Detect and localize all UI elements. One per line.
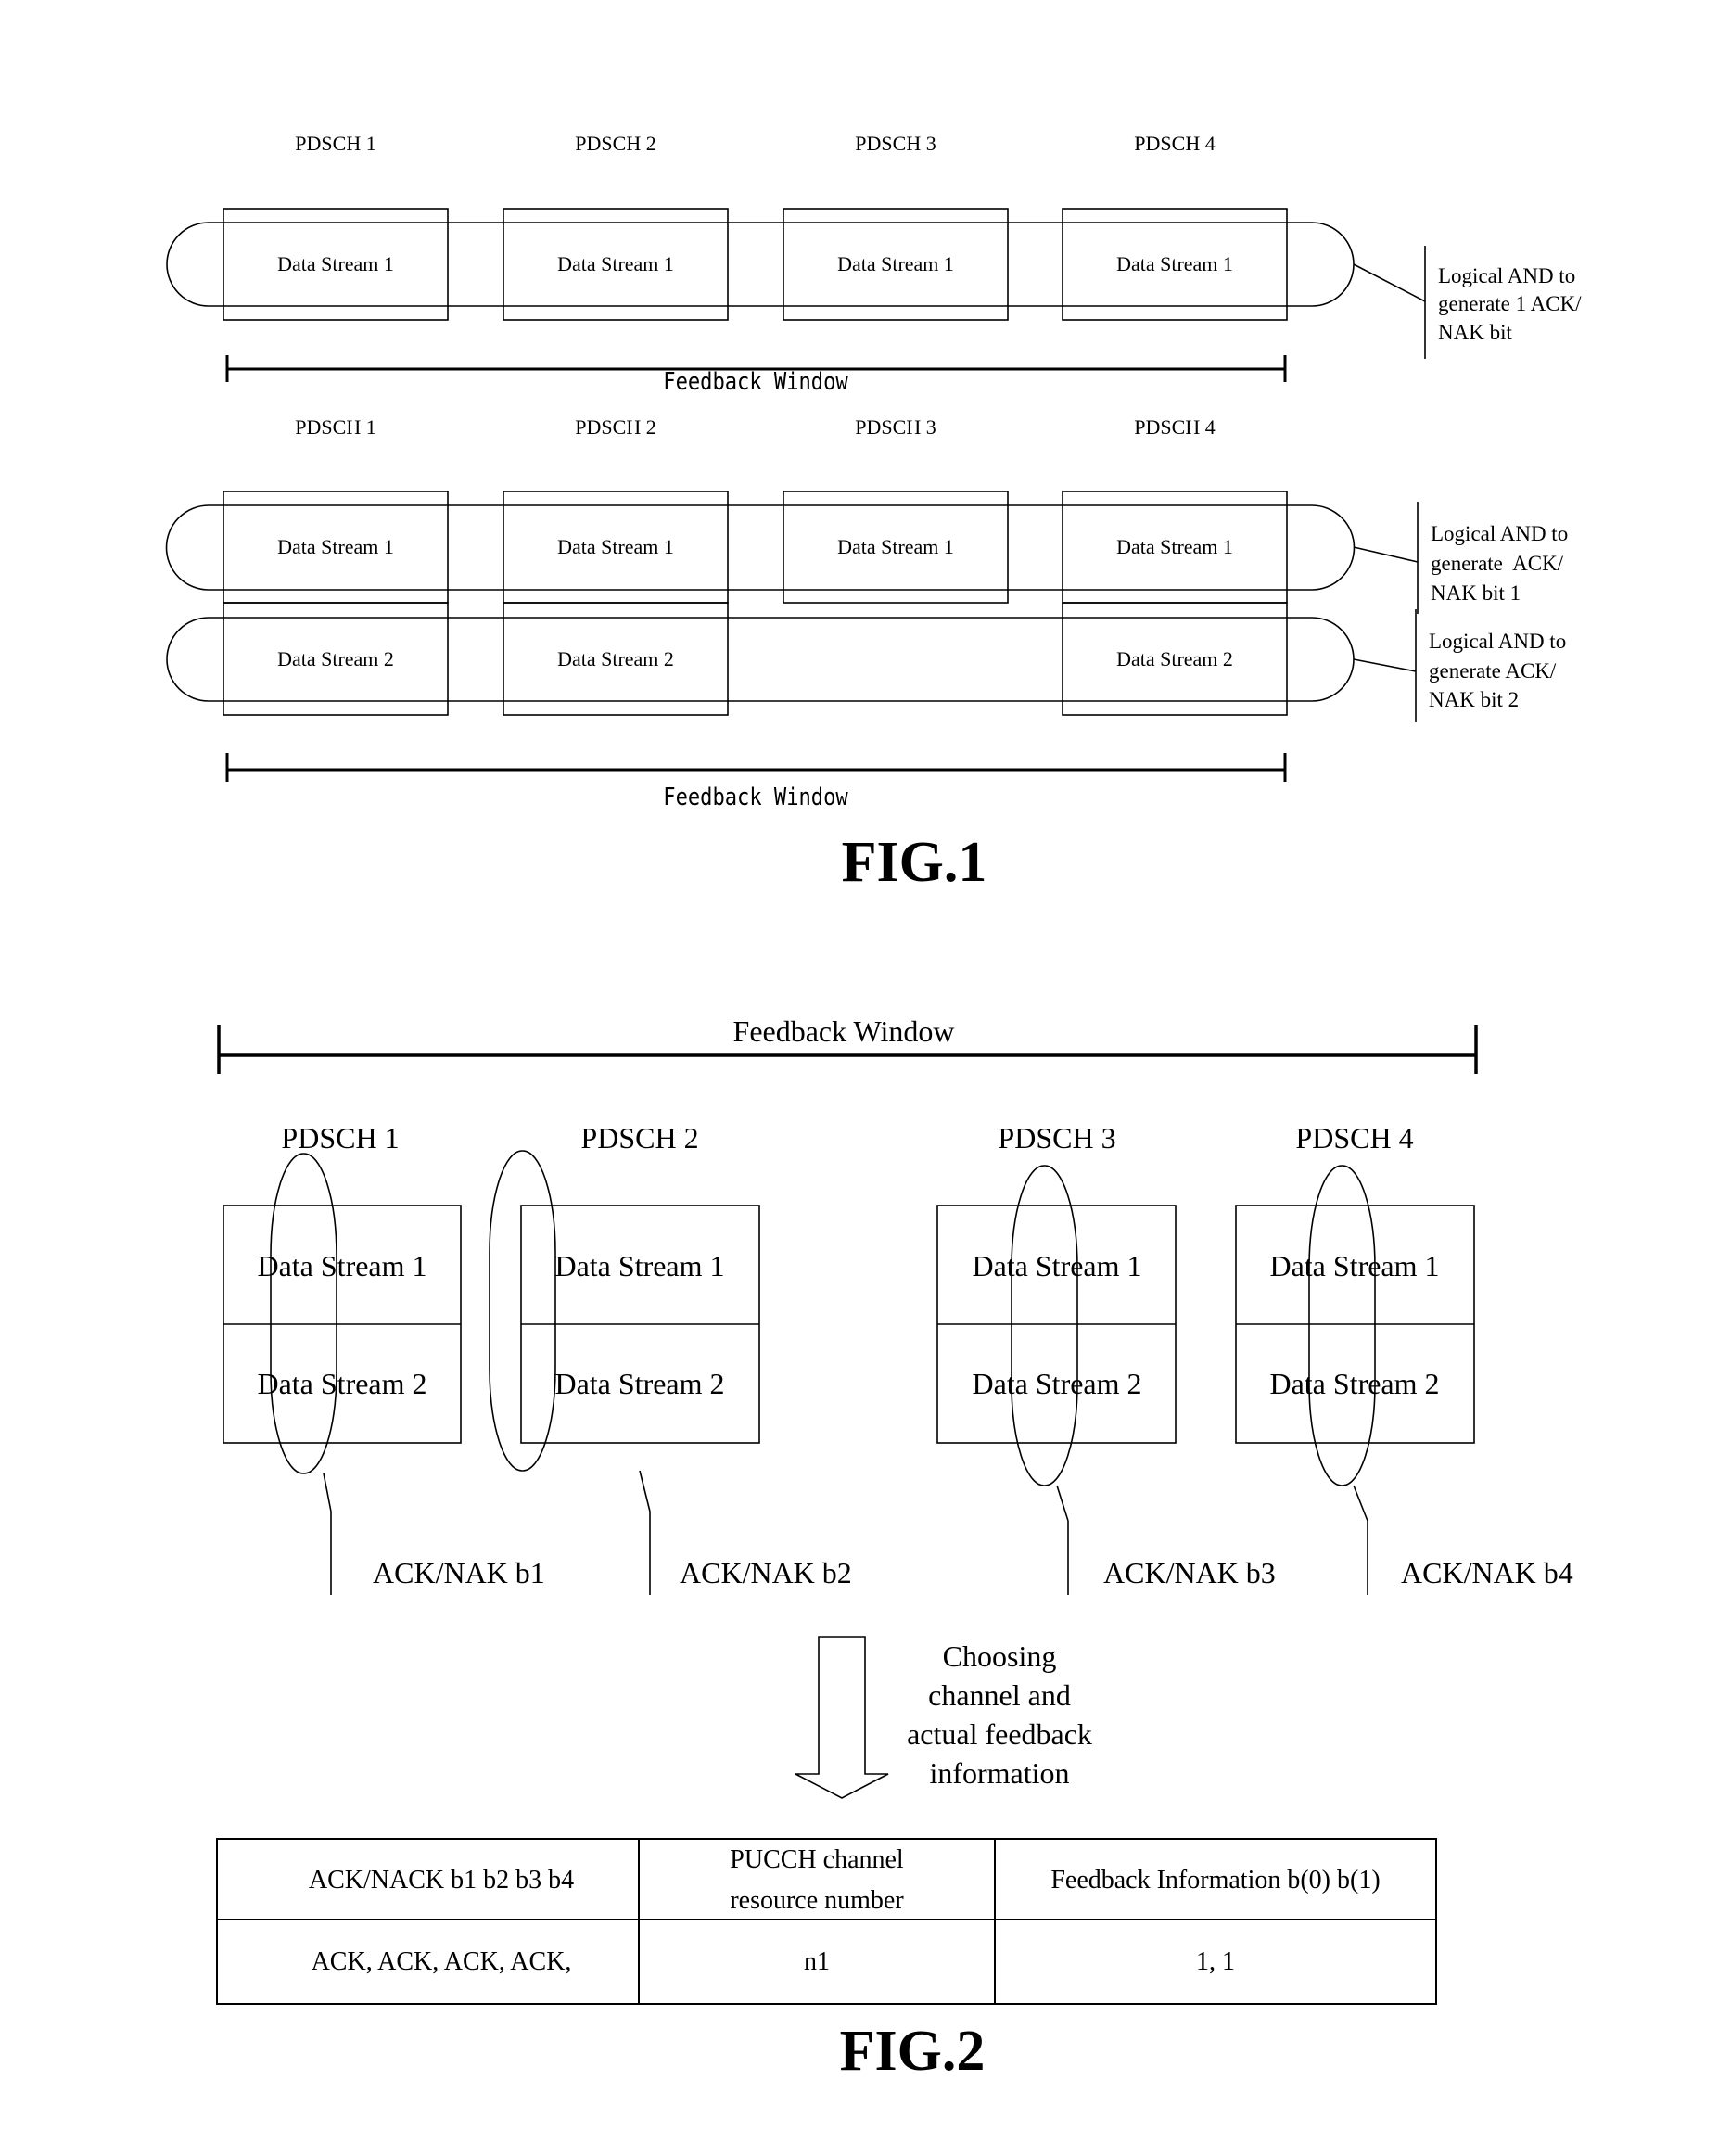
fig1-top-stream-label: Data Stream 1 <box>277 252 394 275</box>
fig2-stream2-label: Data Stream 2 <box>554 1367 724 1400</box>
fig2-stream2-label: Data Stream 2 <box>972 1367 1141 1400</box>
fig1-bottom-leader-1 <box>1353 546 1419 563</box>
fig1-top-leader <box>1353 263 1426 302</box>
fig1-top-feedback-window-label: Feedback Window <box>663 367 848 395</box>
fig1-bottom-stream1-label: Data Stream 1 <box>557 535 674 558</box>
fig1-top-pdsch-label: PDSCH 4 <box>1134 132 1215 155</box>
fig1-top-stream-label: Data Stream 1 <box>837 252 954 275</box>
fig1-top-stream-label: Data Stream 1 <box>1116 252 1233 275</box>
fig2-stream1-label: Data Stream 1 <box>972 1249 1141 1282</box>
fig2-stream2-label: Data Stream 2 <box>1269 1367 1439 1400</box>
fig2-feedback-window-label: Feedback Window <box>733 1014 955 1048</box>
fig1-bottom-pdsch-label: PDSCH 1 <box>295 415 375 439</box>
fig1-bottom-annotation-2: generate ACK/ <box>1429 659 1557 683</box>
fig1-top-annotation: Logical AND to <box>1438 264 1575 287</box>
patent-figures: PDSCH 1 PDSCH 2 PDSCH 3 PDSCH 4 Data Str… <box>165 132 1582 2083</box>
fig2-ack-label: ACK/NAK b4 <box>1401 1556 1573 1589</box>
table-header-cell: resource number <box>730 1886 904 1915</box>
fig2-pdsch-label: PDSCH 2 <box>580 1121 698 1155</box>
table-cell: n1 <box>804 1947 830 1976</box>
fig2-group-ellipse-1 <box>270 1153 337 1474</box>
table-header-cell: ACK/NACK b1 b2 b3 b4 <box>309 1866 574 1894</box>
fig1-caption: FIG.1 <box>842 831 987 894</box>
table-cell: ACK, ACK, ACK, ACK, <box>312 1947 572 1976</box>
fig1-bottom-pdsch-label: PDSCH 2 <box>575 415 655 439</box>
fig2-stream1-label: Data Stream 1 <box>554 1249 724 1282</box>
table-header-cell: Feedback Information b(0) b(1) <box>1050 1866 1380 1894</box>
fig1-bottom-stream2-label: Data Stream 2 <box>557 647 674 670</box>
fig2-ack-label: ACK/NAK b3 <box>1103 1556 1276 1589</box>
fig2-pdsch-label: PDSCH 4 <box>1295 1121 1413 1155</box>
fig1-bottom-pdsch-label: PDSCH 3 <box>855 415 936 439</box>
fig2-caption: FIG.2 <box>840 2020 986 2083</box>
fig1-top-annotation: generate 1 ACK/ <box>1438 292 1582 315</box>
fig2-group-ellipse-3 <box>1011 1165 1078 1486</box>
fig2-ack-label: ACK/NAK b2 <box>680 1556 852 1589</box>
fig2-ack-label: ACK/NAK b1 <box>373 1556 545 1589</box>
fig1-bottom-stream2-label: Data Stream 2 <box>277 647 394 670</box>
fig2-arrow-text: information <box>929 1756 1069 1790</box>
fig2-stream1-label: Data Stream 1 <box>1269 1249 1439 1282</box>
fig1-bottom-pdsch-label: PDSCH 4 <box>1134 415 1215 439</box>
down-arrow-icon <box>795 1636 889 1799</box>
fig1-top-pdsch-label: PDSCH 2 <box>575 132 655 155</box>
fig2-group-ellipse-2 <box>489 1150 556 1472</box>
fig1-bottom-annotation-2: NAK bit 2 <box>1429 688 1519 711</box>
fig1-bottom-stream1-label: Data Stream 1 <box>277 535 394 558</box>
fig2-stream2-label: Data Stream 2 <box>257 1367 426 1400</box>
fig1-bottom-annotation-1: generate ACK/ <box>1431 552 1564 575</box>
fig1-bottom-annotation-1: Logical AND to <box>1431 522 1568 545</box>
fig1-bottom-annotation-1: NAK bit 1 <box>1431 581 1521 605</box>
fig1-bottom-leader-2 <box>1353 658 1417 672</box>
fig2-arrow-text: Choosing <box>943 1639 1057 1673</box>
table-cell: 1, 1 <box>1196 1947 1235 1976</box>
fig1-top <box>166 208 1426 382</box>
fig2-stream1-label: Data Stream 1 <box>257 1249 426 1282</box>
fig1-top-annotation: NAK bit <box>1438 321 1512 344</box>
fig1-bottom-stream2-label: Data Stream 2 <box>1116 647 1233 670</box>
fig1-bottom-feedback-window-label: Feedback Window <box>663 783 848 810</box>
fig2-group-ellipse-4 <box>1308 1165 1376 1486</box>
fig1-top-pdsch-label: PDSCH 3 <box>855 132 936 155</box>
table-header-cell: PUCCH channel <box>730 1845 904 1874</box>
fig1-top-pdsch-label: PDSCH 1 <box>295 132 375 155</box>
fig2-pdsch-label: PDSCH 1 <box>281 1121 399 1155</box>
fig2-arrow-text: channel and <box>928 1678 1071 1712</box>
fig1-bottom-annotation-2: Logical AND to <box>1429 630 1566 653</box>
fig2-arrow-text: actual feedback <box>907 1717 1092 1751</box>
fig1-top-stream-label: Data Stream 1 <box>557 252 674 275</box>
fig1-bottom-stream1-label: Data Stream 1 <box>1116 535 1233 558</box>
fig1-bottom-stream1-label: Data Stream 1 <box>837 535 954 558</box>
fig1-bottom-feedback-window-bracket <box>225 753 1287 782</box>
fig2-pdsch-label: PDSCH 3 <box>998 1121 1115 1155</box>
